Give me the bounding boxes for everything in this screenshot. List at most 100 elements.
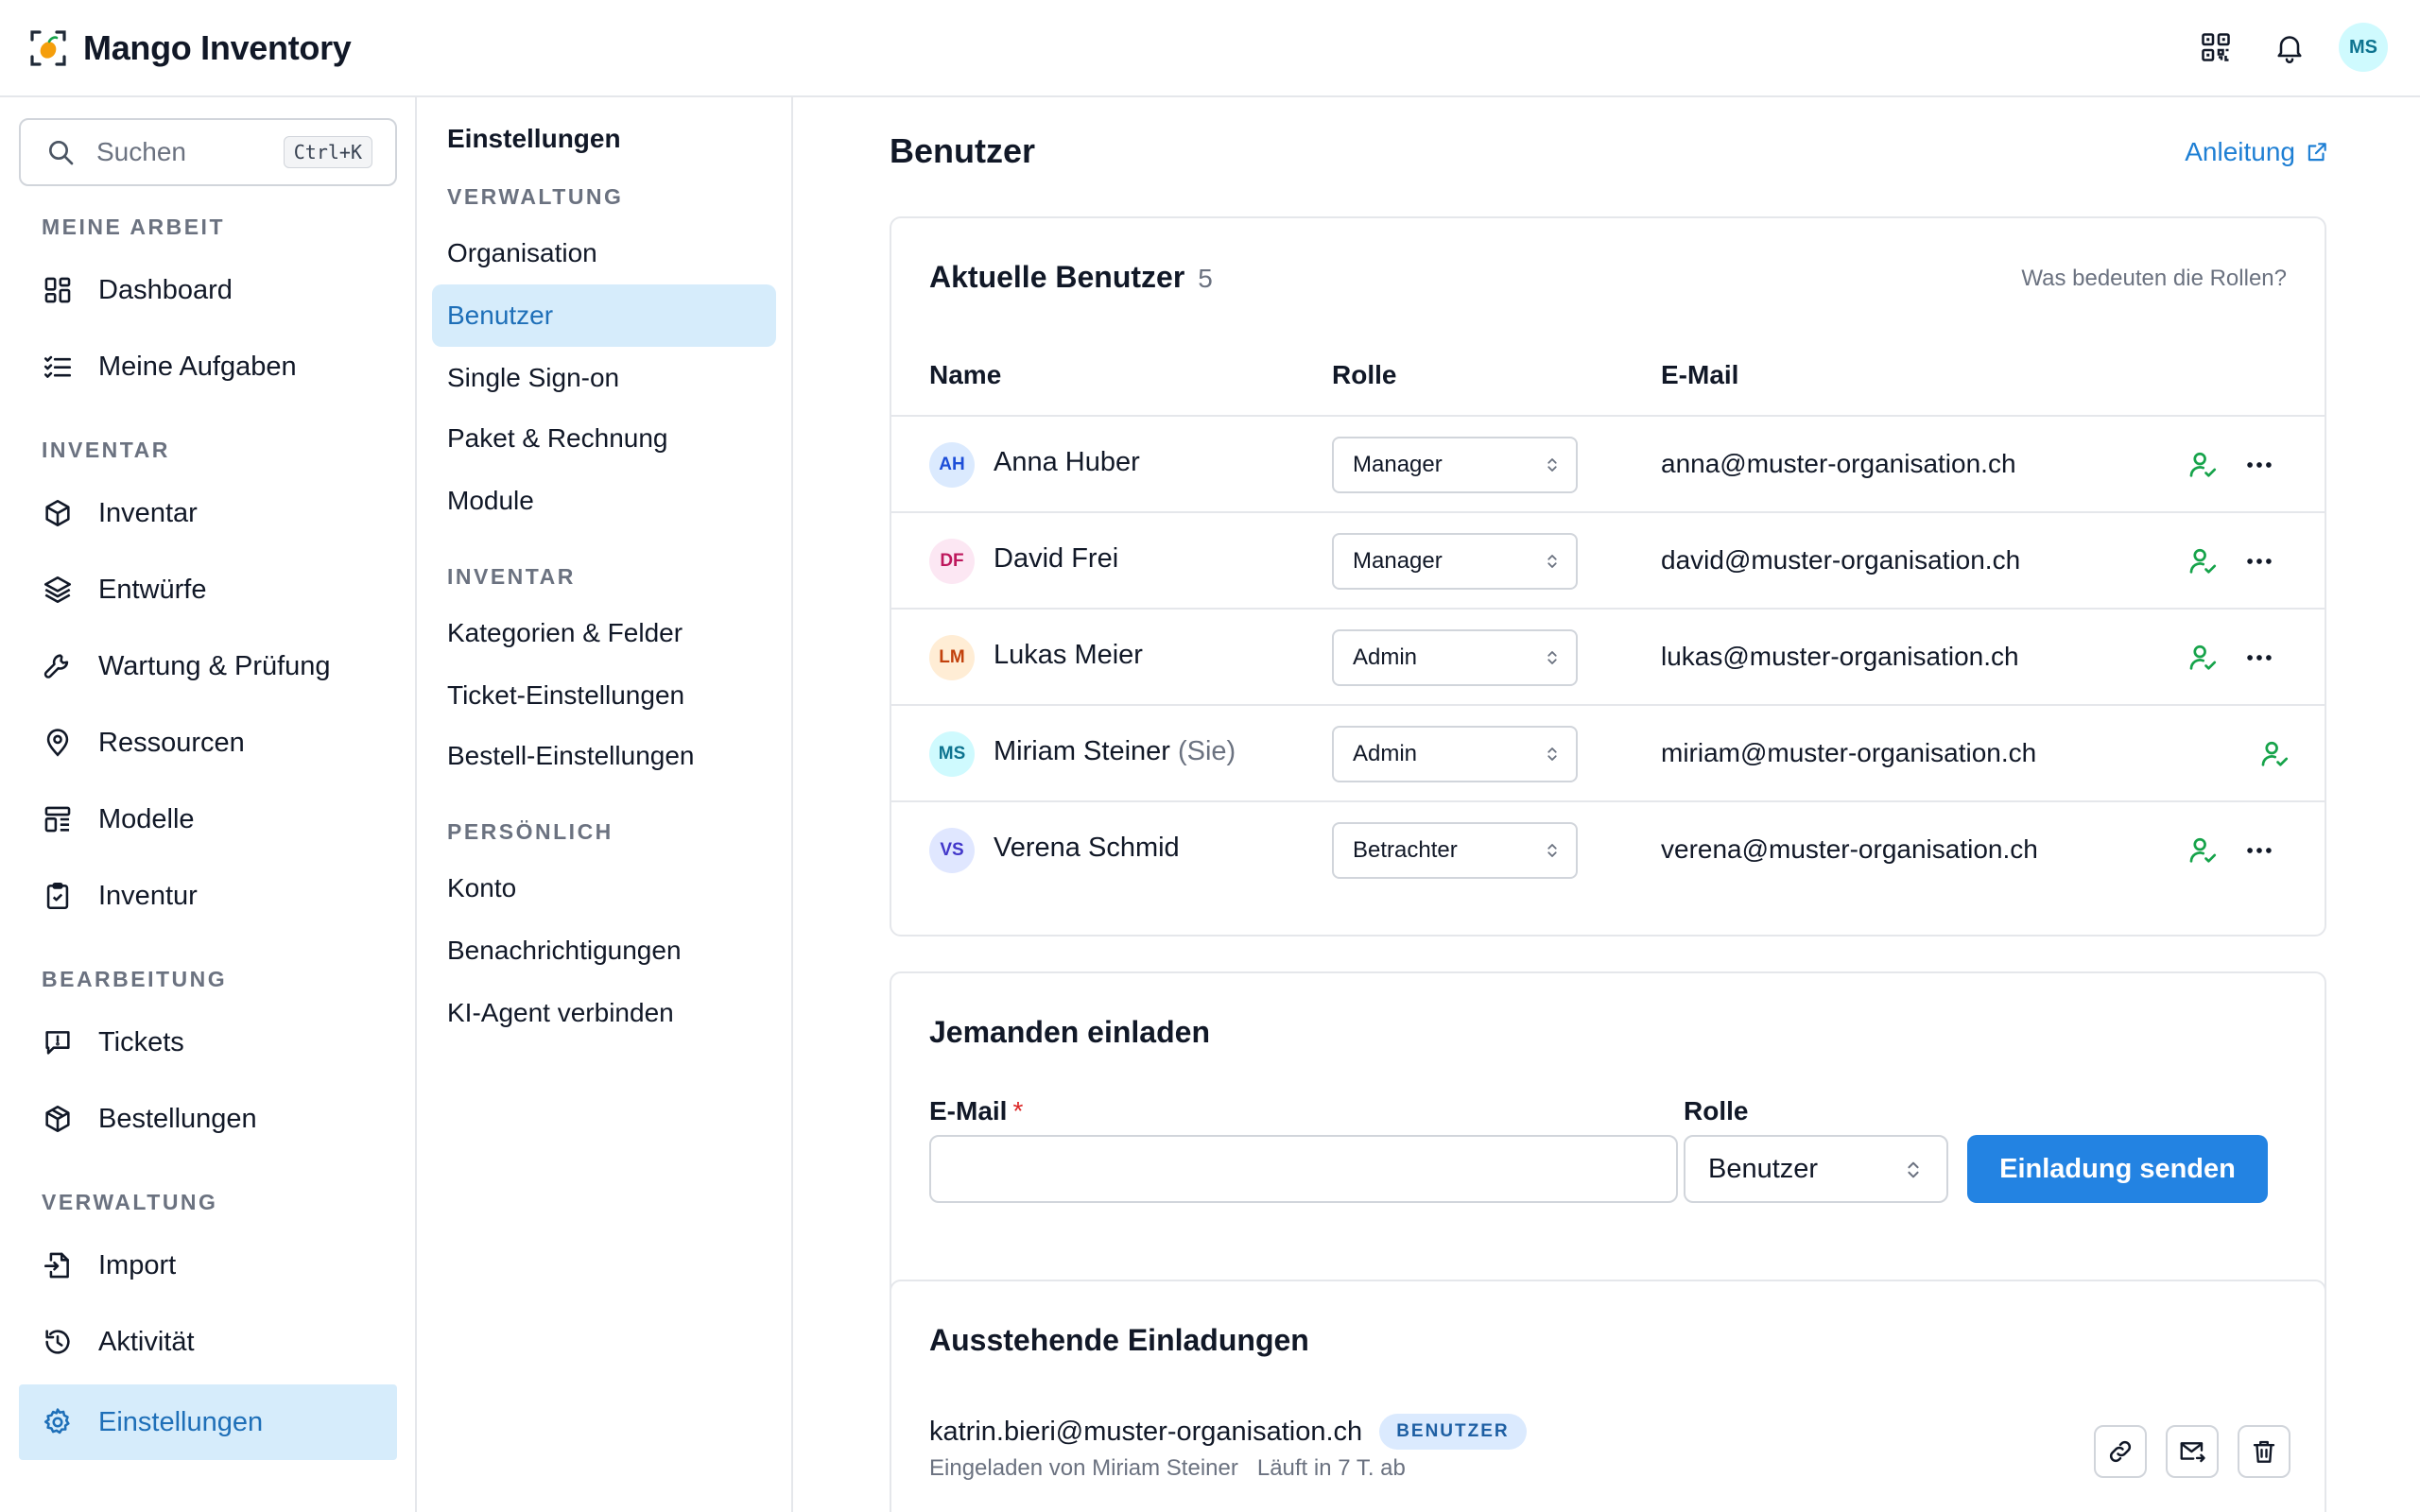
chevron-up-down-icon xyxy=(1547,458,1557,472)
sidebar-item-label: Meine Aufgaben xyxy=(98,351,297,382)
section-inventory: INVENTAR xyxy=(42,438,170,462)
top-bar: Mango Inventory MS xyxy=(0,0,2420,97)
link-icon xyxy=(2109,1440,2132,1463)
pending-email-text: katrin.bieri@muster-organisation.ch xyxy=(929,1416,1363,1447)
role-badge: BENUTZER xyxy=(1379,1414,1527,1450)
sidebar-item-maintenance[interactable]: Wartung & Prüfung xyxy=(19,628,397,704)
role-select-value: Betrachter xyxy=(1353,837,1458,863)
copy-link-button[interactable] xyxy=(2094,1425,2147,1478)
more-options-icon[interactable] xyxy=(2243,834,2275,867)
search-box[interactable]: Suchen Ctrl+K xyxy=(19,118,397,186)
settings-item-ticket-settings[interactable]: Ticket-Einstellungen xyxy=(432,664,776,727)
settings-item-users[interactable]: Benutzer xyxy=(432,284,776,347)
role-select-value: Admin xyxy=(1353,741,1418,766)
sidebar-item-resources[interactable]: Ressourcen xyxy=(19,705,397,781)
clipboard-check-icon xyxy=(46,882,69,910)
section-admin: VERWALTUNG xyxy=(42,1190,218,1214)
pending-title: Ausstehende Einladungen xyxy=(929,1323,1309,1357)
file-import-icon xyxy=(43,1252,69,1279)
user-check-icon[interactable] xyxy=(2187,642,2219,674)
sidebar-item-import[interactable]: Import xyxy=(19,1228,397,1303)
chevron-up-down-icon xyxy=(1547,747,1557,761)
sidebar-item-tickets[interactable]: Tickets xyxy=(19,1005,397,1080)
sidebar-item-inventory[interactable]: Inventar xyxy=(19,475,397,551)
role-select[interactable]: Betrachter xyxy=(1332,822,1578,879)
invite-email-input[interactable] xyxy=(929,1135,1678,1203)
current-user-marker: (Sie) xyxy=(1177,736,1236,766)
mango-logo-icon xyxy=(30,30,66,66)
user-email: miriam@muster-organisation.ch xyxy=(1661,738,2037,767)
more-options-icon[interactable] xyxy=(2243,545,2275,577)
sidebar-item-activity[interactable]: Aktivität xyxy=(19,1304,397,1380)
delete-invite-button[interactable] xyxy=(2238,1425,2290,1478)
settings-item-sso[interactable]: Single Sign-on xyxy=(432,347,776,409)
user-check-icon[interactable] xyxy=(2187,834,2219,867)
header-name: Name xyxy=(929,360,1002,389)
user-check-icon[interactable] xyxy=(2187,545,2219,577)
sidebar-item-settings[interactable]: Einstellungen xyxy=(19,1384,397,1460)
settings-section-admin: VERWALTUNG xyxy=(447,184,624,209)
table-row: AH Anna Huber Manager anna@muster-organi… xyxy=(891,415,2325,511)
current-users-title: Aktuelle Benutzer 5 xyxy=(929,260,1213,295)
settings-item-organisation[interactable]: Organisation xyxy=(432,222,776,284)
role-select[interactable]: Admin xyxy=(1332,629,1578,686)
invite-role-select[interactable]: Benutzer xyxy=(1684,1135,1948,1203)
resend-invite-button[interactable] xyxy=(2166,1425,2219,1478)
settings-item-categories[interactable]: Kategorien & Felder xyxy=(432,602,776,664)
roles-help-link[interactable]: Was bedeuten die Rollen? xyxy=(2021,266,2287,292)
sidebar-item-label: Aktivität xyxy=(98,1326,195,1357)
gear-icon xyxy=(43,1408,70,1435)
settings-item-modules[interactable]: Module xyxy=(432,470,776,532)
avatar: DF xyxy=(929,539,975,584)
invite-role-value: Benutzer xyxy=(1708,1153,1819,1184)
guide-link[interactable]: Anleitung xyxy=(2185,137,2329,167)
user-check-icon[interactable] xyxy=(2258,738,2290,770)
invite-title: Jemanden einladen xyxy=(929,1015,1210,1049)
sidebar-item-label: Entwürfe xyxy=(98,574,207,605)
header-email: E-Mail xyxy=(1661,360,1739,389)
sidebar-item-drafts[interactable]: Entwürfe xyxy=(19,552,397,627)
user-avatar[interactable]: MS xyxy=(2339,23,2388,72)
brand[interactable]: Mango Inventory xyxy=(28,25,352,72)
qr-code-icon xyxy=(2202,33,2230,61)
sidebar-item-tasks[interactable]: Meine Aufgaben xyxy=(19,329,397,404)
map-pin-icon xyxy=(46,729,69,757)
package-icon xyxy=(45,1105,70,1133)
sidebar-item-stocktake[interactable]: Inventur xyxy=(19,858,397,934)
sidebar-item-models[interactable]: Modelle xyxy=(19,782,397,857)
qr-code-button[interactable] xyxy=(2191,23,2240,72)
settings-item-notifications[interactable]: Benachrichtigungen xyxy=(432,919,776,982)
avatar: LM xyxy=(929,635,975,680)
table-row: MS Miriam Steiner (Sie) Admin miriam@must… xyxy=(891,704,2325,800)
dashboard-icon xyxy=(44,277,71,303)
avatar: VS xyxy=(929,828,975,873)
sidebar-item-label: Modelle xyxy=(98,803,195,834)
guide-link-label: Anleitung xyxy=(2185,137,2295,166)
sidebar-item-label: Inventur xyxy=(98,880,198,911)
settings-item-billing[interactable]: Paket & Rechnung xyxy=(432,407,776,470)
sidebar-item-label: Wartung & Prüfung xyxy=(98,650,331,681)
user-name: Anna Huber xyxy=(994,447,1140,478)
more-options-icon[interactable] xyxy=(2243,449,2275,481)
send-invite-button[interactable]: Einladung senden xyxy=(1967,1135,2268,1203)
notifications-button[interactable] xyxy=(2265,23,2314,72)
sidebar-item-dashboard[interactable]: Dashboard xyxy=(19,252,397,328)
app-name: Mango Inventory xyxy=(83,28,352,67)
sidebar-item-orders[interactable]: Bestellungen xyxy=(19,1081,397,1157)
expires-in: Läuft in 7 T. ab xyxy=(1256,1455,1406,1481)
settings-item-account[interactable]: Konto xyxy=(432,857,776,919)
settings-item-order-settings[interactable]: Bestell-Einstellungen xyxy=(432,725,776,787)
role-select[interactable]: Manager xyxy=(1332,533,1578,590)
user-check-icon[interactable] xyxy=(2187,449,2219,481)
layers-icon xyxy=(43,576,72,604)
section-my-work: MEINE ARBEIT xyxy=(42,215,225,239)
role-label: Rolle xyxy=(1684,1096,1749,1125)
pending-invite-meta: Eingeladen von Miriam Steiner Läuft in 7 … xyxy=(929,1455,1406,1482)
user-email: david@muster-organisation.ch xyxy=(1661,545,2021,575)
more-options-icon[interactable] xyxy=(2243,642,2275,674)
settings-item-ai-agent[interactable]: KI-Agent verbinden xyxy=(432,982,776,1044)
role-select[interactable]: Admin xyxy=(1332,726,1578,782)
role-select[interactable]: Manager xyxy=(1332,437,1578,493)
template-icon xyxy=(44,806,71,833)
wrench-icon xyxy=(43,654,69,679)
